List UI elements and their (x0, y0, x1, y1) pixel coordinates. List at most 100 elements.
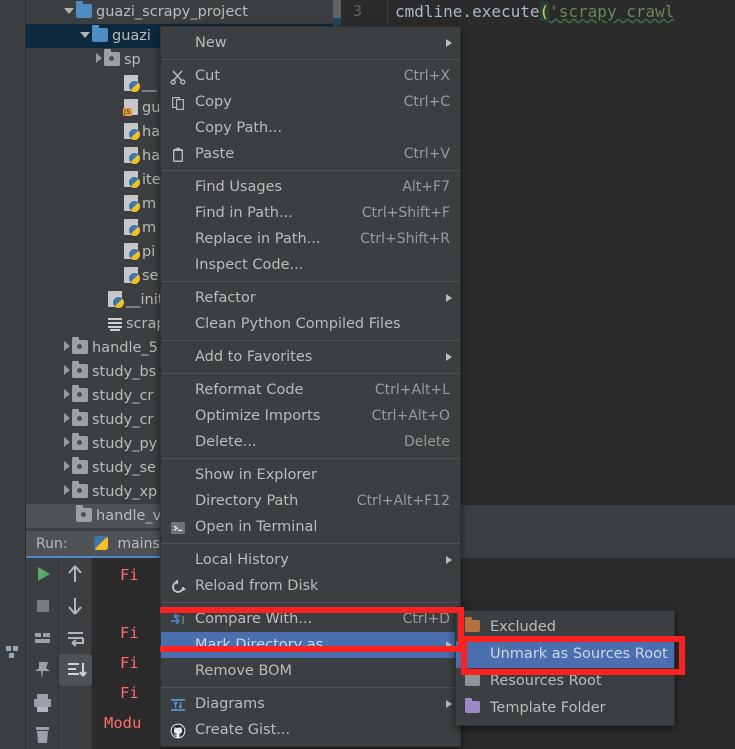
menu-item-open-in-terminal[interactable]: Open in Terminal (161, 514, 460, 540)
stop-button[interactable] (26, 590, 59, 622)
menu-item-delete[interactable]: Delete... Delete (161, 429, 460, 455)
menu-separator (161, 602, 460, 603)
tree-item-label: __ (142, 76, 157, 92)
code-paren: ( (539, 2, 550, 21)
folder-gray-icon (465, 671, 480, 686)
menu-item-replace-in-path[interactable]: Replace in Path... Ctrl+Shift+R (161, 226, 460, 252)
submenu-item-label: Resources Root (490, 673, 602, 689)
print-button[interactable] (26, 686, 59, 718)
clear-all-button[interactable] (26, 718, 59, 749)
menu-item-find-in-path[interactable]: Find in Path... Ctrl+Shift+F (161, 200, 460, 226)
menu-item-show-in-explorer[interactable]: Show in Explorer (161, 462, 460, 488)
menu-item-shortcut: Ctrl+Shift+R (360, 231, 450, 247)
tree-item-label: guazi_scrapy_project (96, 4, 248, 20)
menu-item-directory-path[interactable]: Directory Path Ctrl+Alt+F12 (161, 488, 460, 514)
menu-item-new[interactable]: New (161, 30, 460, 56)
menu-item-shortcut: Ctrl+D (402, 611, 450, 627)
editor-code-line[interactable]: cmdline.execute('scrapy crawl (395, 2, 674, 21)
submenu-item-template-folder[interactable]: Template Folder (456, 695, 674, 722)
menu-item-reload-from-disk[interactable]: Reload from Disk (161, 573, 460, 599)
menu-item-remove-bom[interactable]: Remove BOM (161, 658, 460, 684)
console-left-line: Fi (120, 684, 139, 702)
menu-item-label: Find Usages (195, 179, 283, 195)
tree-item[interactable]: guazi_scrapy_project (26, 0, 333, 24)
chevron-right-icon[interactable] (64, 365, 70, 375)
submenu-item-resources-root[interactable]: Resources Root (456, 668, 674, 695)
python-file-icon (108, 291, 124, 308)
submenu-item-label: Unmark as Sources Root (490, 646, 668, 662)
chevron-right-icon (446, 556, 452, 564)
python-file-icon (124, 147, 140, 164)
menu-item-copy[interactable]: Copy Ctrl+C (161, 89, 460, 115)
compare-icon (170, 611, 186, 627)
menu-separator (161, 543, 460, 544)
menu-item-shortcut: Ctrl+Shift+F (361, 205, 450, 221)
menu-item-label: Open in Terminal (195, 519, 318, 535)
tree-item-label: pi (142, 244, 156, 260)
python-file-icon (124, 171, 140, 188)
chevron-right-icon[interactable] (64, 437, 70, 447)
menu-item-clean-python-compiled-files[interactable]: Clean Python Compiled Files (161, 311, 460, 337)
menu-item-cut[interactable]: Cut Ctrl+X (161, 63, 460, 89)
tree-item-label: se (142, 268, 159, 284)
config-file-icon (108, 317, 122, 331)
chevron-right-icon[interactable] (64, 461, 70, 471)
menu-item-reformat-code[interactable]: Reformat Code Ctrl+Alt+L (161, 377, 460, 403)
menu-item-label: Diagrams (195, 696, 265, 712)
chevron-right-icon[interactable] (64, 413, 70, 423)
submenu-item-unmark-as-sources-root[interactable]: Unmark as Sources Root (456, 641, 674, 668)
menu-item-diagrams[interactable]: Diagrams (161, 691, 460, 717)
folder-source-icon (72, 337, 88, 354)
chevron-right-icon (446, 39, 452, 47)
run-button[interactable] (26, 558, 59, 590)
mark-directory-submenu[interactable]: Excluded Unmark as Sources Root Resources … (455, 610, 675, 726)
menu-separator (161, 281, 460, 282)
soft-wrap-button[interactable] (59, 622, 92, 654)
refresh-icon (170, 578, 186, 594)
code-string: 'scrapy crawl (549, 2, 675, 21)
console-left-line: Fi (120, 654, 139, 672)
submenu-item-excluded[interactable]: Excluded (456, 614, 674, 641)
folder-source-icon (72, 433, 88, 450)
folder-source-icon (72, 385, 88, 402)
chevron-right-icon[interactable] (64, 341, 70, 351)
menu-item-compare-with[interactable]: Compare With... Ctrl+D (161, 606, 460, 632)
chevron-down-icon[interactable] (64, 8, 74, 14)
run-tab[interactable]: Run: mains (26, 531, 170, 558)
tree-item-label: ite (142, 172, 161, 188)
chevron-right-icon[interactable] (64, 389, 70, 399)
menu-item-mark-directory-as[interactable]: Mark Directory as (161, 632, 460, 658)
menu-item-label: Clean Python Compiled Files (195, 316, 401, 332)
chevron-right-icon[interactable] (96, 53, 102, 63)
chevron-down-icon[interactable] (80, 32, 90, 38)
scroll-to-end-button[interactable] (59, 654, 92, 686)
menu-item-create-gist[interactable]: Create Gist... (161, 717, 460, 743)
submenu-item-label: Template Folder (490, 700, 606, 716)
pin-button[interactable] (26, 654, 59, 686)
js-file-icon (123, 99, 138, 116)
menu-item-add-to-favorites[interactable]: Add to Favorites (161, 344, 460, 370)
ide-window: 3 cmdline.execute('scrapy crawl 7: Struc… (0, 0, 735, 749)
scroll-up-button[interactable] (59, 558, 92, 590)
menu-item-copy-path[interactable]: Copy Path... (161, 115, 460, 141)
scroll-down-button[interactable] (59, 590, 92, 622)
menu-item-paste[interactable]: Paste Ctrl+V (161, 141, 460, 167)
chevron-right-icon[interactable] (64, 485, 70, 495)
python-file-icon (124, 123, 140, 140)
gutter-divider (387, 0, 388, 25)
copy-icon (170, 94, 186, 110)
menu-item-find-usages[interactable]: Find Usages Alt+F7 (161, 174, 460, 200)
menu-item-label: Add to Favorites (195, 349, 313, 365)
github-icon (170, 722, 186, 739)
folder-orange-icon (465, 617, 480, 632)
menu-item-refactor[interactable]: Refactor (161, 285, 460, 311)
menu-item-shortcut: Ctrl+X (403, 68, 450, 84)
context-menu[interactable]: New Cut Ctrl+X Copy Ctrl+C Copy Path... Paste C… (160, 26, 461, 747)
menu-item-optimize-imports[interactable]: Optimize Imports Ctrl+Alt+O (161, 403, 460, 429)
menu-item-label: Mark Directory as (195, 637, 324, 653)
menu-item-inspect-code[interactable]: Inspect Code... (161, 252, 460, 278)
menu-item-shortcut: Ctrl+Alt+L (374, 382, 450, 398)
layout-button[interactable] (26, 622, 59, 654)
menu-item-local-history[interactable]: Local History (161, 547, 460, 573)
tree-item-label: m (142, 196, 157, 212)
